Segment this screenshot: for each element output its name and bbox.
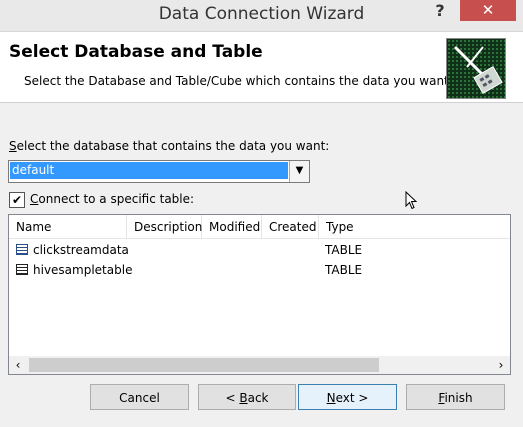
database-label-text: elect the database that contains the dat… [16,139,330,153]
close-button[interactable]: ✕ [460,0,516,21]
specific-table-label-text: onnect to a specific table: [38,192,195,206]
scroll-left-icon[interactable]: ‹ [11,356,25,374]
row-name: clickstreamdata [33,243,129,257]
column-header-name[interactable]: Name [9,215,127,238]
finish-button[interactable]: Finish [406,384,505,410]
table-icon [16,264,28,275]
scrollbar-thumb[interactable] [29,358,379,372]
database-label: Select the database that contains the da… [9,139,329,153]
column-header-description[interactable]: Description [127,215,202,238]
scroll-right-icon[interactable]: › [494,356,508,374]
back-button-text: ack [247,391,269,405]
mouse-cursor-icon [405,190,418,213]
next-button[interactable]: Next > [298,384,397,410]
back-button-prefix: < [225,391,240,405]
database-select-value: default [10,162,288,179]
horizontal-scrollbar[interactable]: ‹ › [9,356,510,374]
row-type: TABLE [325,263,363,277]
specific-table-label: Connect to a specific table: [30,192,194,206]
row-name: hivesampletable [33,263,133,277]
column-header-modified[interactable]: Modified [202,215,262,238]
back-button[interactable]: < Back [198,384,296,410]
wizard-logo-icon [446,38,506,99]
next-button-text: ext > [335,391,369,405]
column-header-type[interactable]: Type [319,215,379,238]
next-button-accesskey: N [326,391,336,405]
wizard-header: Select Database and Table Select the Dat… [0,32,523,103]
finish-button-text: inish [444,391,473,405]
database-select[interactable]: default ▼ [8,160,310,183]
page-subtitle: Select the Database and Table/Cube which… [24,74,453,88]
database-label-accesskey: S [9,139,17,153]
chevron-down-icon[interactable]: ▼ [289,161,309,182]
table-header: Name Description Modified Created Type [9,215,510,239]
page-title: Select Database and Table [9,42,263,62]
tables-list[interactable]: Name Description Modified Created Type c… [8,214,511,375]
table-icon [16,244,28,255]
help-button[interactable]: ? [425,0,455,22]
back-button-accesskey: B [239,391,248,405]
table-row[interactable]: hivesampletable TABLE [9,260,510,280]
specific-table-checkbox[interactable]: ✔ [9,192,25,208]
row-type: TABLE [325,243,363,257]
title-bar: Data Connection Wizard ? ✕ [0,0,523,32]
table-row[interactable]: clickstreamdata TABLE [9,240,510,260]
cancel-button[interactable]: Cancel [90,384,189,410]
column-header-created[interactable]: Created [262,215,319,238]
